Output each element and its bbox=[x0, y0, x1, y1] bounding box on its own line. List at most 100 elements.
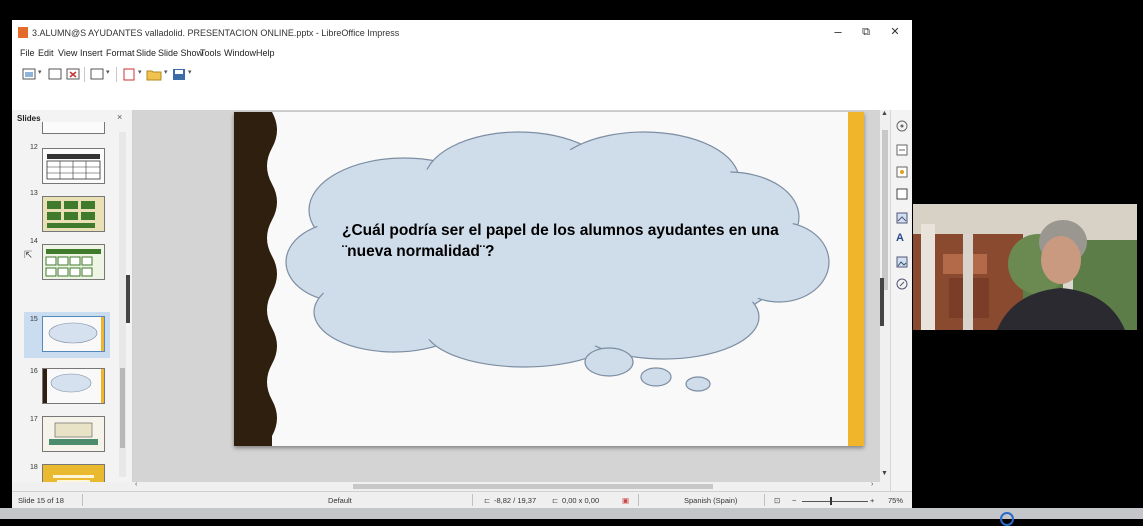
styles-icon[interactable] bbox=[896, 144, 908, 156]
menu-window[interactable]: Window bbox=[224, 48, 256, 58]
slide-number: 12 bbox=[30, 144, 38, 151]
document-modified-icon[interactable]: ▣ bbox=[622, 496, 629, 505]
gallery-icon[interactable] bbox=[896, 166, 908, 178]
slide-thumbnail-17[interactable] bbox=[42, 416, 105, 452]
scroll-down-icon[interactable]: ▼ bbox=[881, 470, 888, 477]
master-slide-status[interactable]: Default bbox=[328, 496, 352, 505]
zoom-in-button[interactable]: + bbox=[870, 496, 874, 505]
gold-accent-bar bbox=[848, 112, 864, 446]
title-bar: 3.ALUMN@S AYUDANTES valladolid. PRESENTA… bbox=[12, 20, 912, 46]
banner-thumbnail-graphic bbox=[43, 417, 104, 451]
slides-panel-scroll-thumb[interactable] bbox=[120, 368, 125, 448]
open-folder-icon[interactable] bbox=[146, 68, 162, 81]
table-thumbnail-graphic bbox=[46, 154, 101, 180]
shapes-icon[interactable] bbox=[896, 278, 908, 290]
participant-video-image bbox=[913, 204, 1137, 330]
mouse-cursor-icon: ⇱ bbox=[24, 250, 33, 261]
language-status[interactable]: Spanish (Spain) bbox=[684, 496, 737, 505]
slide-thumbnail-11[interactable] bbox=[42, 122, 105, 134]
dropdown-arrow-icon[interactable]: ▾ bbox=[38, 68, 42, 81]
zoom-slider-handle[interactable] bbox=[830, 497, 832, 505]
zoom-level[interactable]: 75% bbox=[888, 496, 903, 505]
slide-number: 16 bbox=[30, 368, 38, 375]
panel-close-icon[interactable]: × bbox=[117, 112, 122, 122]
slide-thumbnail-12[interactable] bbox=[42, 148, 105, 184]
thought-cloud-shape bbox=[285, 131, 830, 392]
cloud-gold-thumbnail-graphic bbox=[43, 369, 104, 403]
minimize-button[interactable]: – bbox=[827, 23, 849, 41]
sidebar-splitter[interactable] bbox=[880, 278, 884, 326]
impress-app-icon bbox=[18, 27, 28, 38]
toolbar-gap bbox=[12, 86, 912, 110]
slide-number: 15 bbox=[30, 316, 38, 323]
scroll-right-icon[interactable]: › bbox=[871, 481, 873, 488]
save-icon[interactable] bbox=[172, 68, 186, 81]
slide-question-text[interactable]: ¿Cuál podría ser el papel de los alumnos… bbox=[342, 220, 812, 262]
properties-icon[interactable] bbox=[896, 120, 908, 132]
slide-canvas[interactable]: ¿Cuál podría ser el papel de los alumnos… bbox=[234, 112, 864, 446]
slide-thumbnail-16[interactable] bbox=[42, 368, 105, 404]
vertical-scroll-thumb[interactable] bbox=[882, 130, 888, 290]
menu-file[interactable]: File bbox=[20, 48, 35, 58]
menu-slide-show[interactable]: Slide Show bbox=[158, 48, 203, 58]
horizontal-scroll-thumb[interactable] bbox=[353, 484, 713, 489]
window-title: 3.ALUMN@S AYUDANTES valladolid. PRESENTA… bbox=[32, 28, 400, 38]
scroll-left-icon[interactable]: ‹ bbox=[135, 481, 137, 488]
slide-thumbnail-15[interactable] bbox=[42, 316, 105, 352]
gold-thumbnail-graphic bbox=[43, 465, 104, 482]
slides-panel-splitter[interactable] bbox=[126, 275, 130, 323]
slide-number: 18 bbox=[30, 464, 38, 471]
green-boxes-thumbnail-graphic bbox=[43, 245, 104, 279]
object-size-status: 0,00 x 0,00 bbox=[562, 496, 600, 505]
slide-layout-icon[interactable] bbox=[22, 68, 36, 81]
slide-thumbnail-14[interactable] bbox=[42, 244, 105, 280]
menu-tools[interactable]: Tools bbox=[200, 48, 221, 58]
screen-bottom-strip bbox=[0, 508, 1143, 526]
status-bar: Slide 15 of 18 Default ⊏ -8,82 / 19,37 ⊏… bbox=[12, 491, 912, 508]
master-slides-icon[interactable] bbox=[896, 256, 908, 268]
template-icon[interactable] bbox=[122, 68, 136, 81]
taskbar-circle-icon bbox=[1000, 512, 1014, 526]
slide-number: 14 bbox=[30, 238, 38, 245]
libreoffice-window: 3.ALUMN@S AYUDANTES valladolid. PRESENTA… bbox=[12, 20, 912, 508]
sidebar-deck: A bbox=[890, 110, 912, 491]
display-views-icon[interactable] bbox=[90, 68, 104, 81]
new-slide-icon[interactable] bbox=[48, 68, 62, 81]
cursor-position-icon: ⊏ bbox=[484, 496, 491, 505]
delete-slide-icon[interactable] bbox=[66, 68, 80, 81]
fit-slide-icon[interactable]: ⊡ bbox=[774, 496, 780, 505]
menu-format[interactable]: Format bbox=[106, 48, 135, 58]
workspace-horizontal-scrollbar[interactable]: ‹ › bbox=[133, 481, 880, 491]
zoom-out-button[interactable]: − bbox=[792, 496, 796, 505]
cursor-position-status: -8,82 / 19,37 bbox=[494, 496, 537, 505]
slides-panel-title: Slides bbox=[17, 114, 41, 123]
scroll-up-icon[interactable]: ▲ bbox=[881, 110, 888, 117]
maximize-button[interactable]: ⧉ bbox=[855, 23, 877, 41]
dropdown-arrow-icon[interactable]: ▾ bbox=[188, 68, 192, 81]
standard-toolbar: ▾ ▾ ▾ ▾ ▾ bbox=[12, 62, 912, 86]
green-grid-thumbnail-graphic bbox=[43, 197, 104, 231]
menu-view[interactable]: View bbox=[58, 48, 77, 58]
dropdown-arrow-icon[interactable]: ▾ bbox=[138, 68, 142, 81]
animation-icon[interactable]: A bbox=[896, 232, 908, 244]
slide-thumbnail-18[interactable] bbox=[42, 464, 105, 482]
dropdown-arrow-icon[interactable]: ▾ bbox=[106, 68, 110, 81]
slide-number: 17 bbox=[30, 416, 38, 423]
slides-panel: Slides × 12 13 14 ⇱ 15 16 17 18 bbox=[12, 110, 133, 482]
slide-number: 13 bbox=[30, 190, 38, 197]
menu-slide[interactable]: Slide bbox=[136, 48, 156, 58]
menu-bar: File Edit View Insert Format Slide Slide… bbox=[12, 46, 912, 62]
menu-help[interactable]: Help bbox=[256, 48, 275, 58]
object-size-icon: ⊏ bbox=[552, 496, 559, 505]
dropdown-arrow-icon[interactable]: ▾ bbox=[164, 68, 168, 81]
webcam-video-feed bbox=[913, 204, 1137, 330]
slide-thumbnail-13[interactable] bbox=[42, 196, 105, 232]
close-button[interactable]: ✕ bbox=[884, 23, 906, 41]
zoom-slider[interactable] bbox=[802, 501, 868, 502]
slide-position-status: Slide 15 of 18 bbox=[18, 496, 64, 505]
slide-workspace: ¿Cuál podría ser el papel de los alumnos… bbox=[133, 110, 880, 482]
menu-edit[interactable]: Edit bbox=[38, 48, 54, 58]
slide-transition-icon[interactable] bbox=[896, 212, 908, 224]
navigator-icon[interactable] bbox=[896, 188, 908, 200]
menu-insert[interactable]: Insert bbox=[80, 48, 103, 58]
